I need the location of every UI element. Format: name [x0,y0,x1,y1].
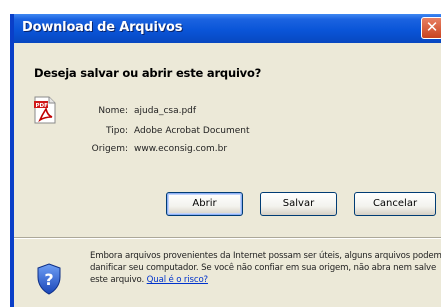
pdf-file-icon: PDF [34,96,56,124]
origin-value: www.econsig.com.br [134,144,228,154]
shield-question-icon: ? [37,263,61,295]
warning-text: Embora arquivos provenientes da Internet… [90,251,441,285]
download-dialog: Download de Arquivos ✕ Deseja salvar ou … [10,14,441,307]
window-title: Download de Arquivos [22,20,183,35]
type-value: Adobe Acrobat Document [134,126,250,136]
security-warning: Embora arquivos provenientes da Internet… [90,250,441,286]
title-bar[interactable]: Download de Arquivos ✕ [14,14,441,43]
name-label: Nome: [98,106,128,116]
risk-link[interactable]: Qual é o risco? [147,275,208,285]
svg-text:?: ? [44,270,53,289]
type-label: Tipo: [106,126,128,136]
close-button[interactable]: ✕ [421,17,441,39]
origin-label: Origem: [91,144,128,154]
cancel-button[interactable]: Cancelar [354,192,436,216]
dialog-question: Deseja salvar ou abrir este arquivo? [34,66,262,80]
open-button[interactable]: Abrir [166,192,243,216]
save-button[interactable]: Salvar [260,192,337,216]
name-value: ajuda_csa.pdf [134,106,197,116]
separator-highlight [14,238,441,239]
